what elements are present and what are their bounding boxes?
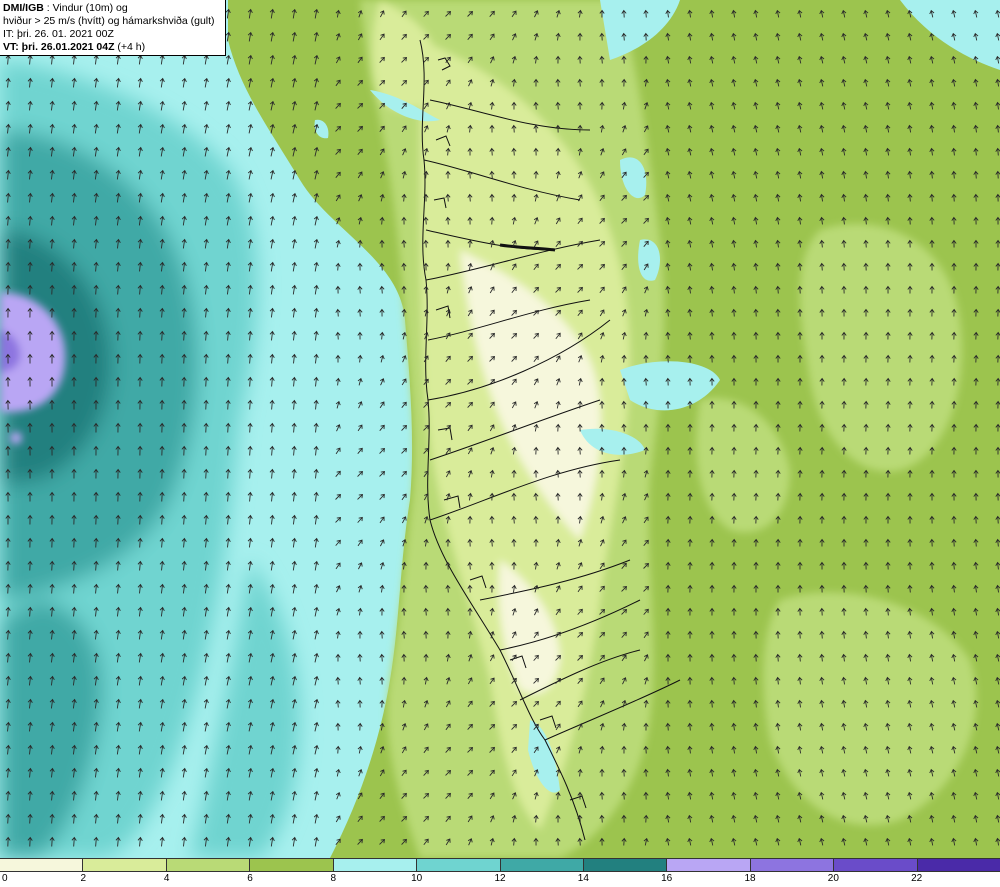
- legend-bar: [0, 858, 1000, 872]
- legend-label: 2: [80, 873, 87, 884]
- legend-label: 22: [911, 873, 923, 884]
- legend-label: 14: [577, 873, 589, 884]
- subtitle-text: hviður > 25 m/s (hvítt) og hámarkshviða …: [3, 15, 215, 27]
- legend-swatch: [583, 859, 668, 871]
- legend-swatch: [500, 859, 584, 871]
- title-text: : Vindur (10m) og: [43, 2, 128, 14]
- legend-label: 16: [661, 873, 673, 884]
- legend-label: 20: [827, 873, 839, 884]
- color-legend: 0 2 4 6 8 10 12 14 16 18 20 22: [0, 858, 1000, 887]
- valid-time-offset: (+4 h): [114, 41, 146, 53]
- initial-time-text: IT: þri. 26. 01. 2021 00Z: [3, 28, 114, 40]
- legend-swatch: [917, 859, 1000, 871]
- legend-swatch: [333, 859, 418, 871]
- legend-swatch: [417, 859, 501, 871]
- legend-label: 6: [247, 873, 253, 884]
- legend-label: 8: [330, 873, 337, 884]
- legend-swatch: [834, 859, 918, 871]
- legend-label: 18: [744, 873, 756, 884]
- map-info-box: DMI/IGB : Vindur (10m) og hviður > 25 m/…: [0, 0, 226, 56]
- legend-label: 12: [494, 873, 506, 884]
- brand-label: DMI/IGB: [3, 2, 44, 14]
- legend-swatch: [667, 859, 751, 871]
- legend-swatch: [750, 859, 835, 871]
- legend-label: 0: [2, 873, 8, 884]
- valid-time-line: VT: þri. 26.01.2021 04Z (+4 h): [3, 41, 225, 54]
- valid-time-label: VT: þri. 26.01.2021 04Z: [3, 41, 115, 53]
- legend-swatch: [0, 859, 84, 871]
- wind-map: [0, 0, 1000, 858]
- legend-swatch: [250, 859, 334, 871]
- legend-swatch: [83, 859, 167, 871]
- title-line: DMI/IGB : Vindur (10m) og: [3, 2, 225, 15]
- legend-label: 4: [163, 873, 170, 884]
- legend-label: 10: [411, 873, 423, 884]
- legend-labels: 0 2 4 6 8 10 12 14 16 18 20 22: [0, 873, 1000, 887]
- legend-swatch: [166, 859, 251, 871]
